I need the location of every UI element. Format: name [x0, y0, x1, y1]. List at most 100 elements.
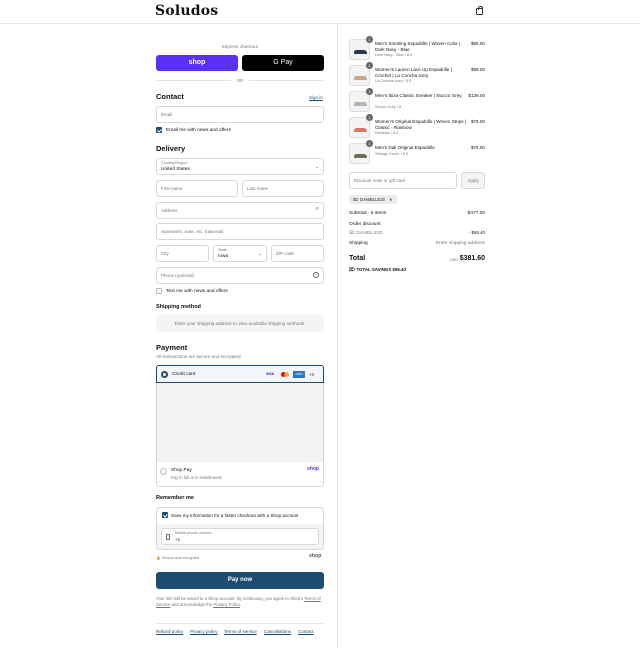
- quantity-badge: 1: [366, 62, 373, 69]
- order-discount-row: Order discount: [349, 222, 485, 227]
- state-label: State: [218, 248, 227, 252]
- text-news-label: Text me with news and offers: [166, 289, 228, 294]
- item-name: Men's Dali Original Espadrille: [375, 145, 435, 150]
- chevron-down-icon: ⌄: [258, 251, 262, 256]
- shipping-value: Enter shipping address: [435, 241, 485, 246]
- shop-logo: shop: [309, 553, 322, 559]
- column-divider: [337, 24, 338, 648]
- google-pay-label: G Pay: [273, 59, 293, 66]
- address-placeholder: Address: [161, 208, 178, 213]
- credit-card-label: Credit card: [172, 372, 196, 377]
- mobile-phone-field[interactable]: Mobile phone number +1: [161, 528, 319, 545]
- delivery-heading: Delivery: [156, 144, 186, 153]
- discount-code-label: DANIELLE20: [356, 230, 383, 235]
- remove-discount-icon[interactable]: ✕: [389, 197, 393, 202]
- sign-in-link[interactable]: Sign in: [309, 95, 323, 100]
- phone-field[interactable]: Phone (optional) ?: [156, 267, 324, 284]
- credit-card-form-area: [157, 383, 323, 462]
- secure-note: 🔒 Secure and encrypted: [156, 555, 199, 560]
- order-discount-label: Order discount: [349, 222, 381, 227]
- email-field[interactable]: Email: [156, 106, 324, 123]
- line-item: 1 Men's Dali Original Espadrille Vintage…: [349, 140, 485, 165]
- footer-link-cancellations[interactable]: Cancellations: [264, 629, 291, 634]
- city-field[interactable]: City: [156, 245, 209, 262]
- applied-code-label: DANIELLE20: [360, 197, 385, 202]
- footer-link-refund[interactable]: Refund policy: [156, 629, 183, 634]
- payment-subtitle: All transactions are secure and encrypte…: [156, 354, 242, 359]
- save-info-label: Save my information for a faster checkou…: [171, 513, 299, 518]
- pay-now-button[interactable]: Pay now: [156, 572, 324, 589]
- line-item: 1 Men's Smoking Espadrille | Woven Color…: [349, 36, 485, 61]
- save-info-checkbox[interactable]: [162, 512, 168, 518]
- search-icon: ⌕: [315, 206, 319, 212]
- item-price: $99.00: [470, 67, 485, 72]
- divider-line: [156, 80, 231, 81]
- last-name-field[interactable]: Last name: [242, 180, 324, 197]
- payment-heading: Payment: [156, 343, 188, 352]
- shopping-bag-icon[interactable]: [476, 6, 483, 15]
- visa-icon: VISA: [266, 372, 274, 376]
- discount-code-field[interactable]: Discount code or gift card: [349, 172, 457, 189]
- shop-pay-button[interactable]: shop: [156, 55, 238, 71]
- divider-line: [249, 80, 324, 81]
- footer-link-terms[interactable]: Terms of service: [224, 629, 257, 634]
- legal-text-before: Your info will be saved to a Shop accoun…: [156, 596, 304, 601]
- legal-text: Your info will be saved to a Shop accoun…: [156, 596, 326, 608]
- credit-card-option[interactable]: Credit card VISA AMEX +3: [156, 365, 324, 383]
- mobile-phone-label: Mobile phone number: [175, 531, 212, 535]
- text-news-checkbox[interactable]: [156, 288, 162, 294]
- first-name-field[interactable]: First name: [156, 180, 238, 197]
- item-price: $139.00: [468, 93, 485, 98]
- footer-link-contact[interactable]: Contact: [298, 629, 314, 634]
- express-checkout-label: Express checkout: [221, 44, 259, 49]
- legal-text-end: .: [239, 602, 241, 607]
- discount-code-row: ⌦ DANIELLE20 - $95.40: [349, 230, 485, 236]
- zip-field[interactable]: ZIP code: [271, 245, 324, 262]
- email-news-checkbox[interactable]: [156, 127, 162, 133]
- item-price: $79.00: [470, 119, 485, 124]
- subtotal-label: Subtotal · 5 items: [349, 211, 387, 216]
- quantity-badge: 1: [366, 140, 373, 147]
- city-placeholder: City: [161, 251, 169, 256]
- footer-link-privacy[interactable]: Privacy policy: [190, 629, 218, 634]
- amex-icon: AMEX: [293, 371, 305, 378]
- credit-card-radio[interactable]: [161, 371, 168, 378]
- total-value: $381.60: [459, 255, 485, 262]
- total-savings-row: ⌦ TOTAL SAVINGS $95.40: [349, 267, 485, 273]
- shop-pay-logo: shop: [307, 466, 319, 472]
- remember-me-heading: Remember me: [156, 495, 194, 501]
- legal-text-mid: and acknowledge the: [171, 602, 213, 607]
- phone-icon: [166, 534, 170, 540]
- quantity-badge: 1: [366, 36, 373, 43]
- store-logo[interactable]: Soludos: [155, 3, 218, 19]
- discount-placeholder: Discount code or gift card: [354, 178, 406, 183]
- discount-amount: - $95.40: [468, 230, 485, 235]
- line-item: 1 Men's Ibiza Classic Sneaker | Stucco G…: [349, 88, 485, 113]
- shop-pay-radio[interactable]: [160, 468, 167, 475]
- country-select[interactable]: Country/Region United States ⌄: [156, 158, 324, 175]
- google-pay-button[interactable]: G Pay: [242, 55, 324, 71]
- item-name: Men's Ibiza Classic Sneaker | Stucco Gre…: [375, 93, 462, 98]
- email-news-label: Email me with news and offers: [166, 128, 231, 133]
- currency-code: USD: [449, 258, 458, 262]
- last-name-placeholder: Last name: [247, 186, 269, 191]
- shoe-image: [354, 154, 367, 158]
- or-divider: OR: [236, 77, 244, 83]
- address-field[interactable]: Address ⌕: [156, 202, 324, 219]
- apply-button[interactable]: Apply: [461, 172, 485, 189]
- shoe-image: [354, 102, 367, 106]
- first-name-placeholder: First name: [161, 186, 183, 191]
- phone-placeholder: Phone (optional): [161, 273, 195, 278]
- apartment-field[interactable]: Apartment, suite, etc. (optional): [156, 223, 324, 240]
- privacy-link[interactable]: Privacy Policy: [213, 602, 239, 607]
- applied-discount-tag: ⌦ DANIELLE20 ✕: [349, 195, 397, 204]
- item-price: $85.00: [470, 41, 485, 46]
- shipping-method-heading: Shipping method: [156, 304, 201, 310]
- item-variant: La Concha Ivory / 5.5: [375, 79, 412, 83]
- shop-pay-option[interactable]: Shop Pay Pay in full or in installments …: [156, 462, 324, 487]
- state-select[interactable]: State Iowa ⌄: [213, 245, 267, 262]
- item-name: Men's Smoking Espadrille | Woven Color |…: [375, 41, 461, 52]
- country-value: United States: [161, 167, 190, 172]
- savings-label: TOTAL SAVINGS: [356, 267, 392, 272]
- help-icon[interactable]: ?: [313, 272, 319, 278]
